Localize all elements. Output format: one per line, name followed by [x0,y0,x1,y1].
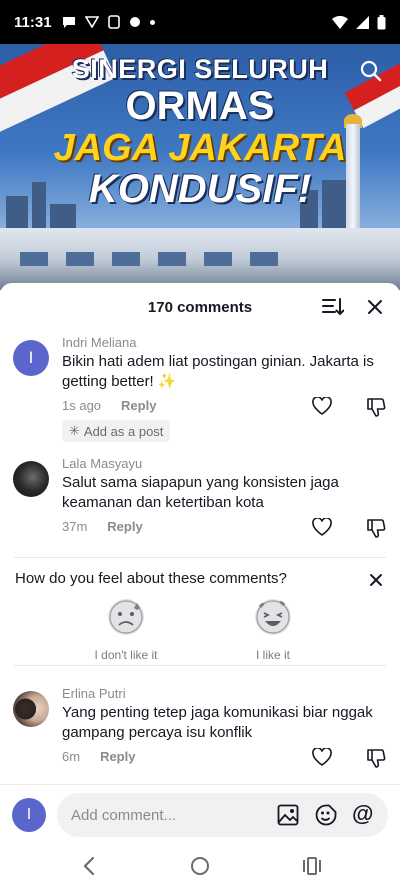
system-status-icons [332,14,386,30]
signal-icon [356,15,369,29]
reply-button[interactable]: Reply [107,519,142,534]
like-heart-icon[interactable] [312,397,332,415]
laughing-face-icon [255,599,291,635]
emoji-sticker-icon[interactable] [315,804,337,826]
bus-windows [20,252,278,266]
banner-line-3: JAGA JAKARTA [53,127,347,169]
comment-text: Salut sama siapapun yang konsisten jaga … [62,474,339,511]
status-time: 11:31 [14,13,52,31]
comment-time: 6m [62,749,81,764]
comment-input[interactable] [71,804,261,826]
notification-icons [62,15,155,29]
close-feedback-icon[interactable] [369,573,383,587]
reply-button[interactable]: Reply [121,398,156,413]
comment-time: 1s ago [62,398,102,413]
video-banner[interactable]: SINERGI SELURUH ORMAS JAGA JAKARTA KONDU… [0,44,400,290]
current-user-avatar[interactable]: I [12,798,46,832]
sort-icon[interactable] [322,297,344,317]
home-icon[interactable] [191,857,209,875]
mention-icon[interactable]: @ [352,802,373,826]
comment-input-bar: I @ [0,784,400,844]
avatar[interactable] [13,691,49,727]
comment-meta: 6m Reply [62,749,135,764]
face-notification-icon [129,17,140,27]
dislike-icon[interactable] [366,748,386,768]
more-notifications-dot [149,19,155,25]
comment-input-pill[interactable]: @ [57,793,388,837]
banner-line-4: KONDUSIF! [88,167,312,211]
feedback-question: How do you feel about these comments? [15,570,287,587]
image-icon[interactable] [277,804,299,826]
comment-text: Yang penting tetep jaga komunikasi biar … [62,704,373,741]
comments-count-title: 170 comments [147,298,253,316]
app-notification-icon [107,15,120,29]
banner-line-1: SINERGI SELURUH [71,54,329,84]
comment-meta: 1s ago Reply [62,398,156,413]
vpn-notification-icon [84,16,99,28]
banner-headline: SINERGI SELURUH ORMAS JAGA JAKARTA KONDU… [0,54,400,211]
reply-button[interactable]: Reply [100,749,135,764]
search-icon[interactable] [360,60,382,82]
add-as-post-button[interactable]: ✳ Add as a post [62,420,171,442]
add-as-post-label: Add as a post [83,423,164,439]
divider [14,665,386,666]
avatar[interactable] [13,461,49,497]
dislike-icon[interactable] [366,397,386,417]
comment-author[interactable]: Erlina Putri [62,686,126,701]
battery-icon [377,14,386,29]
banner-line-2: ORMAS [125,84,275,128]
comment-meta: 37m Reply [62,519,143,534]
chat-notification-icon [62,17,75,28]
dislike-icon[interactable] [366,518,386,538]
sparkle-icon: ✳ [69,423,80,438]
like-feedback-label: I like it [255,648,290,662]
like-feedback-option[interactable]: I like it [213,599,333,662]
comment-text: Bikin hati adem liat postingan ginian. J… [62,353,374,390]
dislike-feedback-label: I don't like it [94,648,158,662]
recent-apps-icon[interactable] [303,857,321,875]
comment-time: 37m [62,519,88,534]
status-bar: 11:31 [0,0,400,44]
like-heart-icon[interactable] [312,518,332,536]
sad-face-icon [108,599,144,635]
comment-author[interactable]: Indri Meliana [62,335,136,350]
wifi-icon [332,15,348,29]
like-heart-icon[interactable] [312,748,332,766]
divider [14,557,386,558]
dislike-feedback-option[interactable]: I don't like it [66,599,186,662]
comments-header: 170 comments [0,283,400,331]
avatar[interactable]: I [13,340,49,376]
comment-author[interactable]: Lala Masyayu [62,456,142,471]
system-nav-bar [0,844,400,889]
back-icon[interactable] [80,856,98,876]
close-icon[interactable] [364,296,386,318]
